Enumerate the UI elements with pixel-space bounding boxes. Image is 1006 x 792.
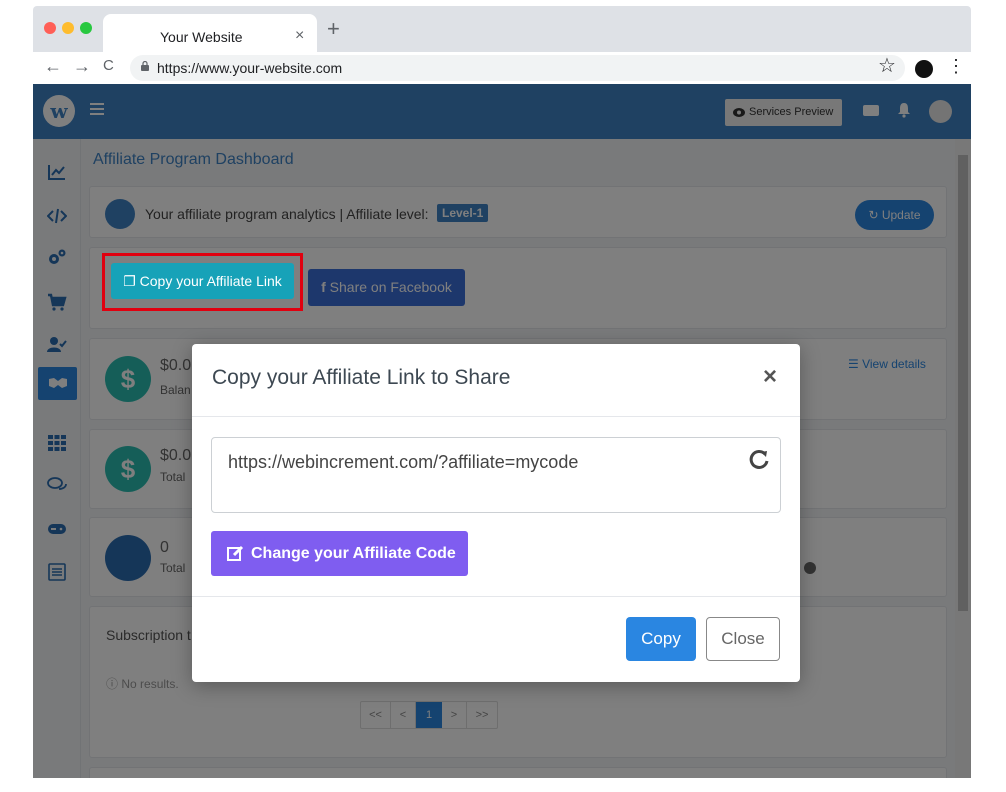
refresh-icon[interactable]: [748, 448, 770, 470]
edit-icon: [227, 545, 244, 561]
copy-affiliate-link-button[interactable]: ❐ Copy your Affiliate Link: [111, 263, 294, 299]
bookmark-star-icon[interactable]: ☆: [878, 56, 896, 76]
modal-footer-divider: [192, 596, 800, 597]
minimize-window-dot[interactable]: [62, 22, 74, 34]
browser-tab[interactable]: Your Website ×: [103, 14, 317, 54]
address-bar[interactable]: https://www.your-website.com: [130, 55, 905, 81]
browser-menu-icon[interactable]: ⋮: [947, 56, 965, 76]
profile-avatar-icon[interactable]: [915, 60, 933, 78]
copy-button[interactable]: Copy: [626, 617, 696, 661]
url-text: https://www.your-website.com: [157, 60, 343, 76]
maximize-window-dot[interactable]: [80, 22, 92, 34]
close-button[interactable]: Close: [706, 617, 780, 661]
forward-arrow-icon[interactable]: →: [73, 56, 91, 76]
lock-icon: [141, 61, 149, 71]
affiliate-link-modal: Copy your Affiliate Link to Share × http…: [192, 344, 800, 682]
back-arrow-icon[interactable]: ←: [44, 56, 62, 76]
affiliate-link-text: https://webincrement.com/?affiliate=myco…: [228, 452, 579, 472]
affiliate-link-field[interactable]: https://webincrement.com/?affiliate=myco…: [211, 437, 781, 513]
modal-close-icon[interactable]: ×: [763, 364, 777, 390]
tab-title: Your Website: [160, 29, 243, 45]
tab-close-icon[interactable]: ×: [295, 27, 304, 45]
close-window-dot[interactable]: [44, 22, 56, 34]
change-affiliate-code-label: Change your Affiliate Code: [251, 545, 456, 562]
copy-affiliate-link-label: Copy your Affiliate Link: [139, 273, 282, 289]
reload-icon[interactable]: C: [103, 56, 114, 76]
browser-toolbar: ← → C https://www.your-website.com ☆ ⋮: [33, 52, 971, 84]
copy-icon: ❐: [123, 273, 140, 289]
change-affiliate-code-button[interactable]: Change your Affiliate Code: [211, 531, 468, 576]
new-tab-button[interactable]: +: [327, 18, 340, 40]
modal-header-divider: [192, 416, 800, 417]
modal-title: Copy your Affiliate Link to Share: [212, 366, 511, 389]
